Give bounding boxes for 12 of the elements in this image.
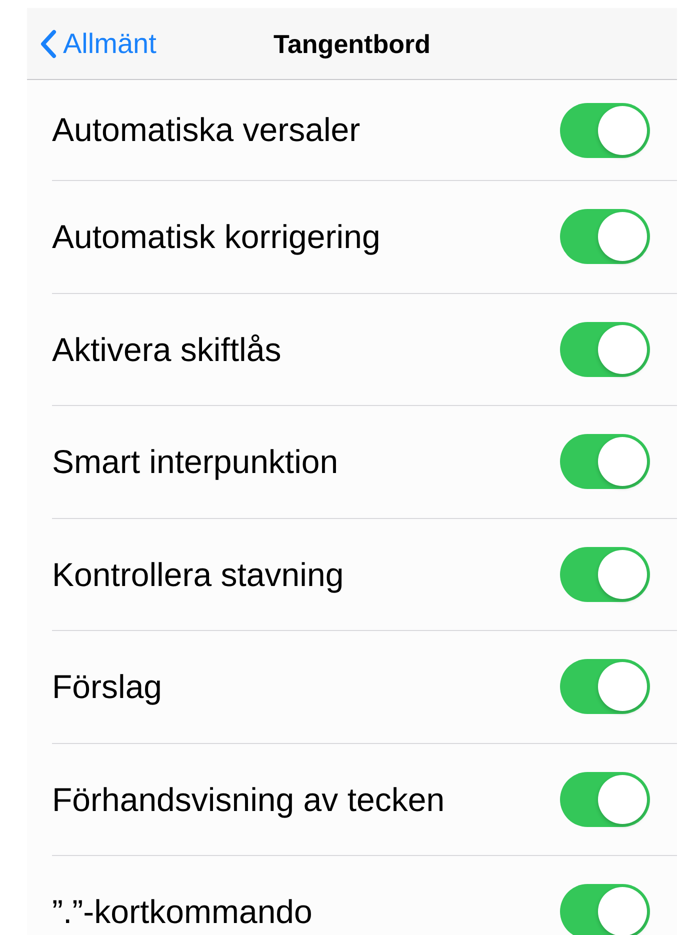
screen-title: Tangentbord [274,29,430,59]
toggle-switch[interactable] [560,884,650,935]
chevron-left-icon [39,29,57,59]
setting-label: Automatiska versaler [52,110,360,150]
setting-label: Förhandsvisning av tecken [52,780,445,820]
setting-label: Aktivera skiftlås [52,330,282,370]
setting-label: Förslag [52,667,162,707]
setting-label: Automatisk korrigering [52,217,380,257]
back-button[interactable]: Allmänt [39,8,156,80]
setting-label: Smart interpunktion [52,442,338,482]
setting-label: Kontrollera stavning [52,554,344,595]
setting-label: ”.”-kortkommando [52,892,312,932]
